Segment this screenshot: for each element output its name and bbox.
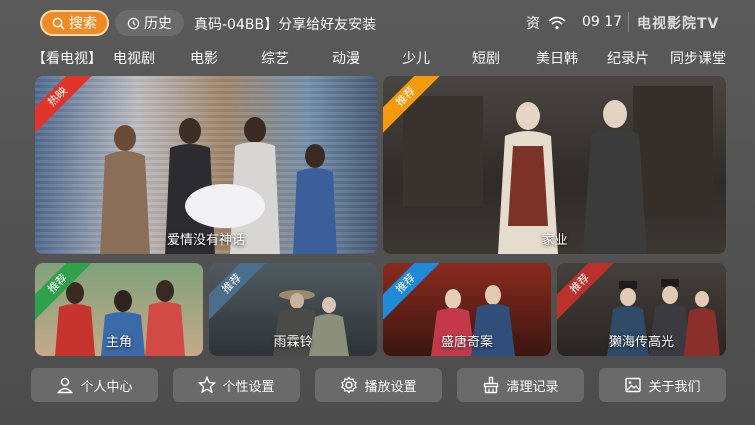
history-label: 历史 — [144, 16, 172, 32]
nav-item-foreign[interactable]: 美日韩 — [536, 48, 578, 68]
recommend-card[interactable]: 推荐 家业 — [383, 76, 726, 254]
clear-records-button[interactable]: 清理记录 — [457, 368, 584, 402]
profile-button[interactable]: 个人中心 — [31, 368, 158, 402]
history-button[interactable]: 历史 — [115, 10, 184, 36]
status-area: 资 — [526, 13, 566, 33]
playback-settings-button[interactable]: 播放设置 — [315, 368, 442, 402]
about-button[interactable]: 关于我们 — [599, 368, 726, 402]
nav-item-tv-series[interactable]: 电视剧 — [113, 48, 155, 68]
clear-records-label: 清理记录 — [506, 379, 559, 395]
small-card-1[interactable]: 推荐 主角 — [35, 263, 203, 356]
status-char: 资 — [526, 16, 540, 32]
announcement-marquee: 真码-04BB】分享给好友安装 — [194, 17, 377, 33]
about-label: 关于我们 — [648, 379, 701, 395]
small-card-2[interactable]: 推荐 雨霖铃 — [209, 263, 377, 356]
brand-logo: 电视影院TV — [637, 16, 720, 32]
nav-item-variety[interactable]: 综艺 — [261, 48, 289, 68]
nav-item-classroom[interactable]: 同步课堂 — [670, 48, 726, 68]
search-icon — [52, 17, 65, 30]
divider — [628, 12, 629, 32]
broom-icon — [484, 376, 499, 394]
playback-settings-label: 播放设置 — [364, 379, 417, 395]
search-button[interactable]: 搜索 — [40, 10, 109, 36]
nav-item-movies[interactable]: 电影 — [190, 48, 218, 68]
profile-label: 个人中心 — [80, 379, 133, 395]
featured-card[interactable]: 热映 爱情没有神话 — [35, 76, 377, 254]
nav-item-anime[interactable]: 动漫 — [332, 48, 360, 68]
nav-item-short-drama[interactable]: 短剧 — [472, 48, 500, 68]
small-card-4[interactable]: 推荐 獭海传高光 — [557, 263, 726, 356]
nav-item-kids[interactable]: 少儿 — [402, 48, 430, 68]
clock-time: 09 17 — [582, 14, 623, 30]
card-title: 家业 — [541, 233, 568, 248]
category-nav: 【看电视】 电视剧 电影 综艺 动漫 少儿 短剧 美日韩 纪录片 同步课堂 — [0, 44, 755, 72]
top-bar: 搜索 历史 真码-04BB】分享给好友安装 资 09 17 电视影院TV — [0, 0, 755, 44]
card-title: 主角 — [105, 335, 132, 350]
nav-item-live-tv[interactable]: 【看电视】 — [32, 48, 102, 68]
star-icon — [198, 376, 217, 394]
search-label: 搜索 — [69, 16, 97, 32]
card-title: 獭海传高光 — [608, 335, 674, 350]
small-card-3[interactable]: 推荐 盛唐奇案 — [383, 263, 551, 356]
image-icon — [625, 377, 642, 393]
personalize-label: 个性设置 — [222, 379, 275, 395]
card-title: 爱情没有神话 — [166, 233, 245, 248]
card-title: 盛唐奇案 — [440, 335, 493, 350]
gear-icon — [341, 376, 358, 394]
poster-figures — [403, 86, 713, 254]
user-icon — [57, 377, 74, 394]
card-title: 雨霖铃 — [273, 335, 313, 350]
clock-icon — [127, 17, 140, 29]
personalize-button[interactable]: 个性设置 — [173, 368, 300, 402]
nav-item-documentary[interactable]: 纪录片 — [607, 48, 649, 68]
wifi-icon — [548, 16, 566, 30]
